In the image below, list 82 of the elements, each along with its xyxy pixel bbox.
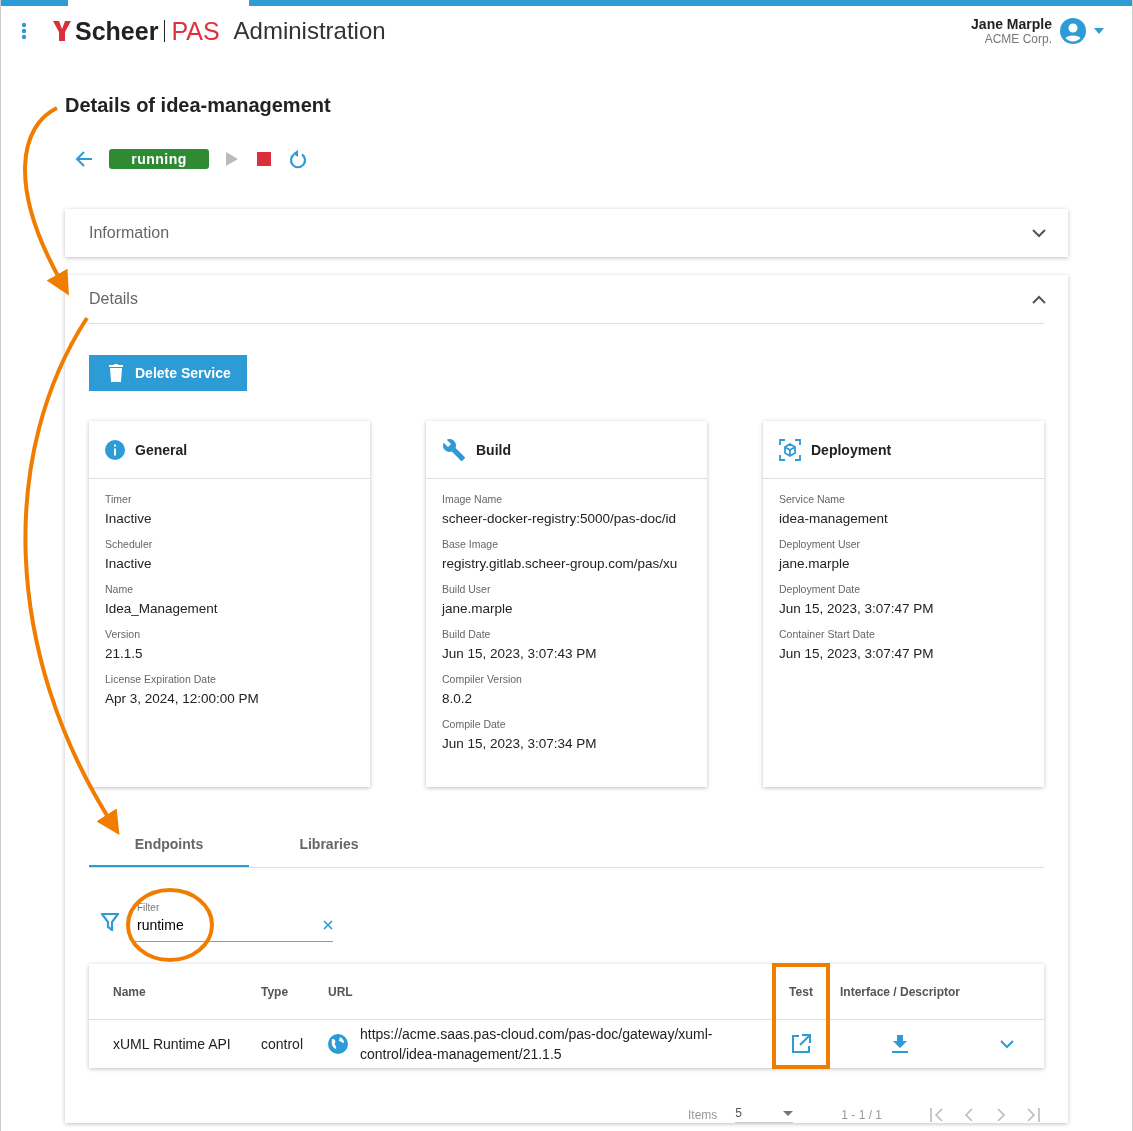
logo-brand: Scheer <box>75 16 159 46</box>
field-value: Apr 3, 2024, 12:00:00 PM <box>105 691 260 706</box>
field-label: Compiler Version <box>442 673 523 685</box>
field-label: Build Date <box>442 628 492 640</box>
url-text: https://acme.saas.pas-cloud.com/pas-doc/gateway/xuml-control/idea-management/21.1.5 <box>360 1025 714 1064</box>
clear-icon[interactable] <box>323 920 333 930</box>
field-value: 21.1.5 <box>105 646 144 661</box>
user-company: ACME Corp. <box>984 32 1052 46</box>
field-value: scheer-docker-registry:5000/pas-doc/id <box>442 511 678 526</box>
delete-service-button[interactable]: Delete Service <box>89 355 247 391</box>
trash-icon <box>109 364 123 382</box>
field-label: Timer <box>105 493 133 505</box>
field-value: Jun 15, 2023, 3:07:43 PM <box>442 646 598 661</box>
filter-icon <box>101 913 119 931</box>
page-range: 1 - 1 / 1 <box>841 1107 882 1122</box>
globe-icon <box>328 1034 348 1054</box>
panel-header[interactable]: Details <box>65 275 1068 323</box>
download-icon[interactable] <box>890 1033 910 1055</box>
field-value: idea-management <box>779 511 889 526</box>
page-size-select[interactable]: 5 <box>735 1106 794 1123</box>
field-label: Build User <box>442 583 492 595</box>
field-label: Base Image <box>442 538 500 550</box>
field-label: Deployment Date <box>779 583 862 595</box>
back-button[interactable] <box>73 149 95 169</box>
items-label: Items <box>687 1107 718 1122</box>
field-value: jane.marple <box>779 556 851 571</box>
table-cell-text: xUML Runtime API <box>113 1036 232 1052</box>
expand-row-button[interactable] <box>998 1037 1016 1051</box>
column-header: Interface / Descriptor <box>838 984 961 999</box>
column-header: Test <box>788 984 814 999</box>
field-value: Jun 15, 2023, 3:07:47 PM <box>779 646 935 661</box>
stop-button[interactable] <box>255 150 273 168</box>
field-value: Idea_Management <box>105 601 219 616</box>
filter-input[interactable]: runtime <box>133 913 323 937</box>
field-value: registry.gitlab.scheer-group.com/pas/xu <box>442 556 679 571</box>
tab[interactable]: Libraries <box>249 823 409 867</box>
cube-icon <box>779 438 801 461</box>
field-label: Scheduler <box>105 538 154 550</box>
field-label: Compile Date <box>442 718 507 730</box>
card-title: Deployment <box>811 441 892 458</box>
field-label: Name <box>105 583 134 595</box>
field-value: 8.0.2 <box>442 691 474 706</box>
field-value: jane.marple <box>442 601 514 616</box>
last-page-icon[interactable] <box>1026 1107 1040 1122</box>
chevron-icon <box>1032 294 1046 304</box>
field-value: Jun 15, 2023, 3:07:34 PM <box>442 736 598 751</box>
restart-button[interactable] <box>287 147 309 171</box>
table-cell-text: control <box>261 1036 305 1052</box>
field-value: Inactive <box>105 511 153 526</box>
status-badge: running <box>109 149 209 169</box>
menu-icon[interactable] <box>19 20 29 42</box>
card-title: Build <box>476 441 511 458</box>
field-label: License Expiration Date <box>105 673 217 685</box>
column-header: Type <box>261 984 290 999</box>
field-label: Image Name <box>442 493 504 505</box>
column-header: URL <box>328 984 354 999</box>
tab[interactable]: Endpoints <box>89 823 249 867</box>
field-label: Container Start Date <box>779 628 876 640</box>
app-title: Administration <box>233 17 386 45</box>
page-title: Details of idea-management <box>65 94 332 117</box>
field-value: Jun 15, 2023, 3:07:47 PM <box>779 601 935 616</box>
column-header: Name <box>113 984 147 999</box>
avatar-icon[interactable] <box>1060 18 1086 44</box>
chevron-icon <box>1032 228 1046 238</box>
field-label: Filter <box>137 902 161 913</box>
caret-icon[interactable] <box>1094 28 1104 34</box>
user-name: Jane Marple <box>971 16 1052 32</box>
field-label: Service Name <box>779 493 846 505</box>
external-link-icon[interactable] <box>789 1032 813 1056</box>
logo-product: PAS <box>164 20 220 42</box>
first-page-icon[interactable] <box>930 1107 944 1122</box>
logo-icon <box>53 21 71 41</box>
next-page-icon[interactable] <box>994 1107 1008 1122</box>
previous-page-icon[interactable] <box>962 1107 976 1122</box>
field-label: Version <box>105 628 142 640</box>
wrench-icon <box>442 437 466 462</box>
field-value: Inactive <box>105 556 153 571</box>
panel-header[interactable]: Information <box>65 209 1068 257</box>
caret-icon <box>783 1110 794 1116</box>
card-title: General <box>135 441 188 458</box>
info-icon <box>105 439 125 460</box>
field-label: Deployment User <box>779 538 862 550</box>
